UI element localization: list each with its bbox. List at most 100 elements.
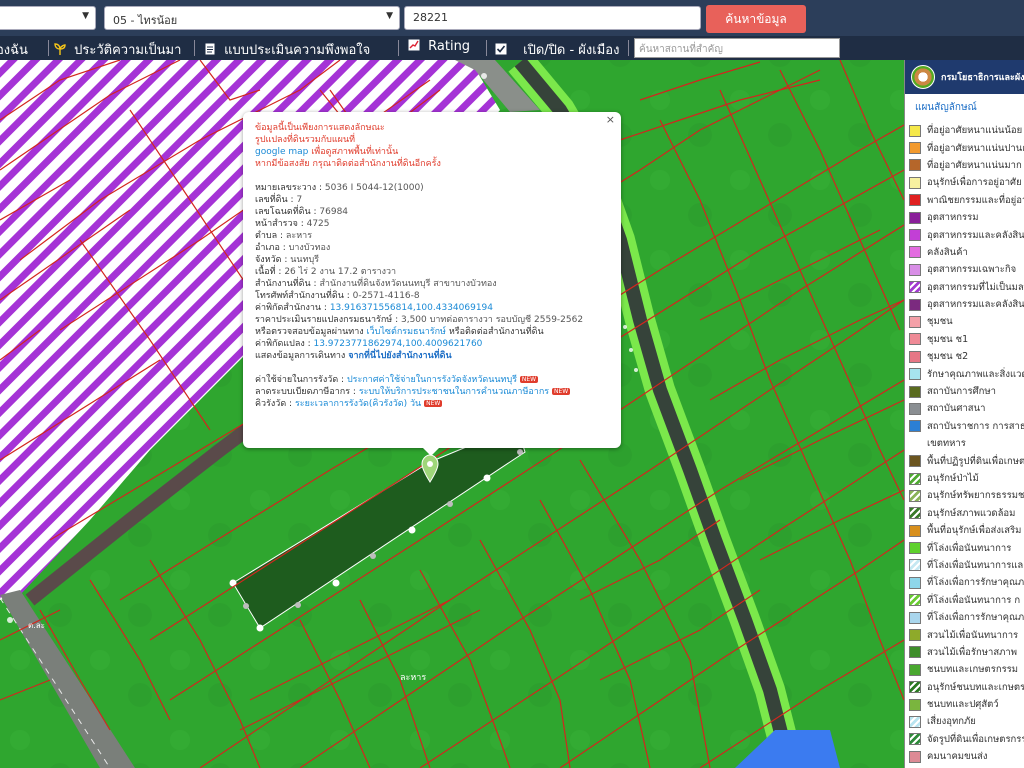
legend-item: ชุมชน ช1 bbox=[909, 331, 1024, 348]
menu-item-rating[interactable]: Rating bbox=[408, 39, 470, 54]
legend-swatch bbox=[909, 246, 921, 259]
legend-label: พื้นที่อนุรักษ์เพื่อส่งเสริม bbox=[927, 525, 1022, 537]
legend-swatch bbox=[909, 176, 921, 189]
route-label: แสดงข้อมูลการเดินทาง bbox=[255, 351, 349, 361]
legend-swatch bbox=[909, 524, 921, 537]
legend-swatch bbox=[909, 611, 921, 624]
phone-label: โทรศัพท์สำนักงานที่ดิน : bbox=[255, 291, 353, 301]
wait-row: คิวรังวัด : ระยะเวลาการรังวัด(คิวรังวัด)… bbox=[255, 398, 609, 410]
legend-item: ที่โล่งเพื่อนันทนาการ ก bbox=[909, 592, 1024, 609]
deed-value: 76984 bbox=[319, 207, 349, 217]
fee-row: ค่าใช้จ่ายในการรังวัด : ประกาศค่าใช้จ่าย… bbox=[255, 374, 609, 386]
province-select[interactable]: ▼ bbox=[0, 6, 96, 30]
popup-pointer bbox=[423, 448, 439, 456]
legend-label: สถาบันราชการ การสาธารณูปโภค bbox=[927, 420, 1024, 432]
queue-label: ลาดระบบเบียดภาษีอากร : bbox=[255, 387, 359, 397]
legend-item: ที่โล่งเพื่อนันทนาการและ bbox=[909, 557, 1024, 574]
legend-label: คลังสินค้า bbox=[927, 246, 968, 258]
parcel-coord-label: ค่าพิกัดแปลง : bbox=[255, 339, 314, 349]
legend-swatch bbox=[909, 437, 921, 450]
office-coord-link[interactable]: 13.916371556814,100.4334069194 bbox=[330, 303, 493, 313]
menu-item-toggle-cityplan[interactable]: เปิด/ปิด - ผังเมือง bbox=[495, 39, 619, 60]
legend-label: จัดรูปที่ดินเพื่อเกษตรกรรม bbox=[927, 733, 1024, 745]
search-button[interactable]: ค้นหาข้อมูล bbox=[706, 5, 806, 33]
office-label: สำนักงานที่ดิน : bbox=[255, 279, 320, 289]
sprout-icon bbox=[54, 43, 66, 55]
legend-item: ที่อยู่อาศัยหนาแน่นมาก bbox=[909, 157, 1024, 174]
legend-label: อนุรักษ์สภาพแวดล้อม bbox=[927, 507, 1016, 519]
fee-link[interactable]: ประกาศค่าใช้จ่ายในการรังวัดจังหวัดนนทบุร… bbox=[347, 375, 517, 385]
menu-item-mine[interactable]: องฉัน bbox=[0, 39, 28, 60]
legend-item: พื้นที่ปฏิรูปที่ดินเพื่อเกษตรกรรม bbox=[909, 452, 1024, 469]
district-row: อำเภอ : บางบัวทอง bbox=[255, 242, 609, 254]
legend-swatch bbox=[909, 315, 921, 328]
district-select[interactable]: 05 - ไทรน้อย ▼ bbox=[104, 6, 400, 30]
price-value: 3,500 บาทต่อตารางวา รอบบัญชี 2559-2562 bbox=[400, 315, 584, 325]
legend-label: เขตทหาร bbox=[927, 438, 966, 450]
legend-swatch bbox=[909, 211, 921, 224]
legend-swatch bbox=[909, 281, 921, 294]
legend-label: อุตสาหกรรมเฉพาะกิจ bbox=[927, 264, 1017, 276]
verify-tail: หรือติดต่อสำนักงานที่ดิน bbox=[445, 327, 544, 337]
price-row: ราคาประเมินรายแปลงกรมธนารักษ์ : 3,500 บา… bbox=[255, 314, 609, 326]
legend-swatch bbox=[909, 263, 921, 276]
menu-item-history-label: ประวัติความเป็นมา bbox=[74, 43, 182, 58]
legend-label: สถาบันศาสนา bbox=[927, 403, 986, 415]
legend-swatch bbox=[909, 385, 921, 398]
district-label: อำเภอ : bbox=[255, 243, 289, 253]
legend-swatch bbox=[909, 750, 921, 763]
notice-line-1: ข้อมูลนี้เป็นเพียงการแสดงลักษณะ bbox=[255, 123, 385, 133]
legend-item: อุตสาหกรรมที่ไม่เป็นมลพิษ bbox=[909, 279, 1024, 296]
place-search-input[interactable]: ค้นหาสถานที่สำคัญ bbox=[634, 38, 840, 58]
legend-swatch bbox=[909, 542, 921, 555]
office-coord-row: ค่าพิกัดสำนักงาน : 13.916371556814,100.4… bbox=[255, 302, 609, 314]
legend-header: กรมโยธาธิการและผังเมือง bbox=[905, 60, 1024, 94]
office-row: สำนักงานที่ดิน : สำนักงานที่ดินจังหวัดนน… bbox=[255, 278, 609, 290]
legend-label: ที่โล่งเพื่อนันทนาการ ก bbox=[927, 594, 1021, 606]
google-map-link[interactable]: google map bbox=[255, 147, 308, 157]
legend-swatch bbox=[909, 142, 921, 155]
notice-line-4: หากมีข้อสงสัย กรุณาติดต่อสำนักงานที่ดินอ… bbox=[255, 159, 441, 169]
legend-label: อุตสาหกรรมและคลังสินค้า bbox=[927, 229, 1024, 241]
legend-swatch bbox=[909, 159, 921, 172]
tax-service-link[interactable]: ระบบให้บริการประชาชนในการคำนวณภาษีอากร bbox=[359, 387, 549, 397]
lot-row: เลขที่ดิน : 7 bbox=[255, 194, 609, 206]
treasury-website-link[interactable]: เว็บไซต์กรมธนารักษ์ bbox=[367, 327, 446, 337]
legend-item: คลังสินค้า bbox=[909, 244, 1024, 261]
legend-swatch bbox=[909, 663, 921, 676]
survey-queue-link[interactable]: ระยะเวลาการรังวัด(คิวรังวัด) วัน bbox=[295, 399, 421, 409]
parcel-coord-link[interactable]: 13.9723771862974,100.4009621760 bbox=[313, 339, 482, 349]
menu-item-history[interactable]: ประวัติความเป็นมา bbox=[54, 39, 181, 60]
lot-value: 7 bbox=[296, 195, 303, 205]
menu-bar: องฉัน ประวัติความเป็นมา แบบประเมินความพึ… bbox=[0, 36, 1024, 60]
price-label: ราคาประเมินรายแปลงกรมธนารักษ์ : bbox=[255, 315, 401, 325]
survey-value: 4725 bbox=[306, 219, 330, 229]
parcel-number-value: 28221 bbox=[413, 11, 448, 24]
checkbox-checked-icon bbox=[495, 43, 507, 55]
subdistrict-row: ตำบล : ละหาร bbox=[255, 230, 609, 242]
legend-item: ชนบทและเกษตรกรรม bbox=[909, 661, 1024, 678]
route-row: แสดงข้อมูลการเดินทาง จากที่นี่ไปยังสำนัก… bbox=[255, 350, 609, 362]
legend-item: สวนไม้เพื่อรักษาสภาพ bbox=[909, 644, 1024, 661]
route-link[interactable]: จากที่นี่ไปยังสำนักงานที่ดิน bbox=[348, 351, 451, 361]
close-icon[interactable]: × bbox=[606, 114, 615, 126]
legend-label: อนุรักษ์ทรัพยากรธรรมชาติ bbox=[927, 490, 1024, 502]
province-value: นนทบุรี bbox=[290, 255, 320, 265]
legend-item: อนุรักษ์เพื่อการอยู่อาศัย bbox=[909, 174, 1024, 191]
legend-item: ที่โล่งเพื่อนันทนาการ bbox=[909, 539, 1024, 556]
legend-label: ที่อยู่อาศัยหนาแน่นมาก bbox=[927, 159, 1022, 171]
legend-label: ชุมชน ช2 bbox=[927, 351, 969, 363]
divider bbox=[194, 40, 195, 56]
parcel-number-input[interactable]: 28221 bbox=[404, 6, 701, 30]
legend-swatch bbox=[909, 507, 921, 520]
legend-label: อุตสาหกรรม bbox=[927, 212, 979, 224]
menu-item-survey-label: แบบประเมินความพึงพอใจ bbox=[224, 43, 371, 58]
legend-title: แผนสัญลักษณ์ bbox=[915, 102, 977, 113]
divider bbox=[398, 40, 399, 56]
sheet-row: หมายเลขระวาง : 5036 I 5044-12(1000) bbox=[255, 182, 609, 194]
legend-swatch bbox=[909, 402, 921, 415]
divider bbox=[486, 40, 487, 56]
menu-item-survey[interactable]: แบบประเมินความพึงพอใจ bbox=[204, 39, 370, 60]
chevron-down-icon: ▼ bbox=[82, 11, 89, 21]
menu-item-mine-label: องฉัน bbox=[0, 43, 28, 58]
